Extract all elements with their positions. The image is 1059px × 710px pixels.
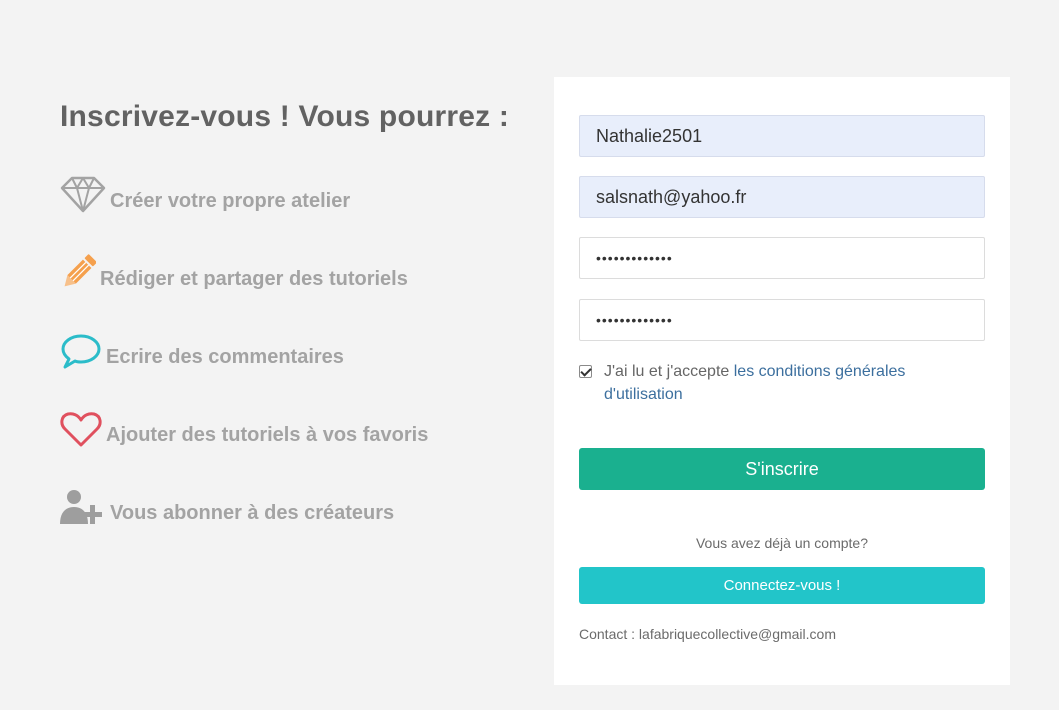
terms-prefix: J'ai lu et j'accepte bbox=[604, 363, 734, 380]
feature-item: Rédiger et partager des tutoriels bbox=[60, 252, 530, 292]
login-button[interactable]: Connectez-vous ! bbox=[579, 567, 985, 604]
signup-button[interactable]: S'inscrire bbox=[579, 448, 985, 490]
feature-label: Ajouter des tutoriels à vos favoris bbox=[106, 424, 429, 446]
feature-label: Ecrire des commentaires bbox=[106, 346, 344, 368]
feature-item: Ajouter des tutoriels à vos favoris bbox=[60, 408, 530, 448]
password-input[interactable] bbox=[579, 237, 985, 279]
email-input[interactable] bbox=[579, 176, 985, 218]
terms-text: J'ai lu et j'accepte les conditions géné… bbox=[604, 360, 979, 406]
speech-bubble-icon bbox=[61, 334, 101, 369]
signup-form-card: J'ai lu et j'accepte les conditions géné… bbox=[554, 77, 1010, 685]
features-panel: Inscrivez-vous ! Vous pourrez : Créer vo… bbox=[60, 100, 530, 564]
contact-text: Contact : lafabriquecollective@gmail.com bbox=[579, 626, 836, 642]
feature-label: Vous abonner à des créateurs bbox=[110, 502, 395, 524]
diamond-icon bbox=[60, 176, 106, 213]
feature-item: Ecrire des commentaires bbox=[60, 330, 530, 370]
password-confirm-input[interactable] bbox=[579, 299, 985, 341]
feature-item: Vous abonner à des créateurs bbox=[60, 486, 530, 526]
feature-label: Créer votre propre atelier bbox=[110, 190, 351, 212]
page-title: Inscrivez-vous ! Vous pourrez : bbox=[60, 100, 510, 133]
pencil-icon bbox=[64, 254, 96, 287]
feature-item: Créer votre propre atelier bbox=[60, 174, 530, 214]
heart-icon bbox=[60, 412, 102, 447]
username-input[interactable] bbox=[579, 115, 985, 157]
feature-label: Rédiger et partager des tutoriels bbox=[100, 268, 408, 290]
signup-page: Inscrivez-vous ! Vous pourrez : Créer vo… bbox=[0, 0, 1059, 710]
have-account-text: Vous avez déjà un compte? bbox=[695, 535, 868, 551]
terms-row: J'ai lu et j'accepte les conditions géné… bbox=[579, 360, 979, 406]
terms-checkbox[interactable] bbox=[579, 365, 592, 378]
user-add-icon bbox=[60, 490, 102, 524]
